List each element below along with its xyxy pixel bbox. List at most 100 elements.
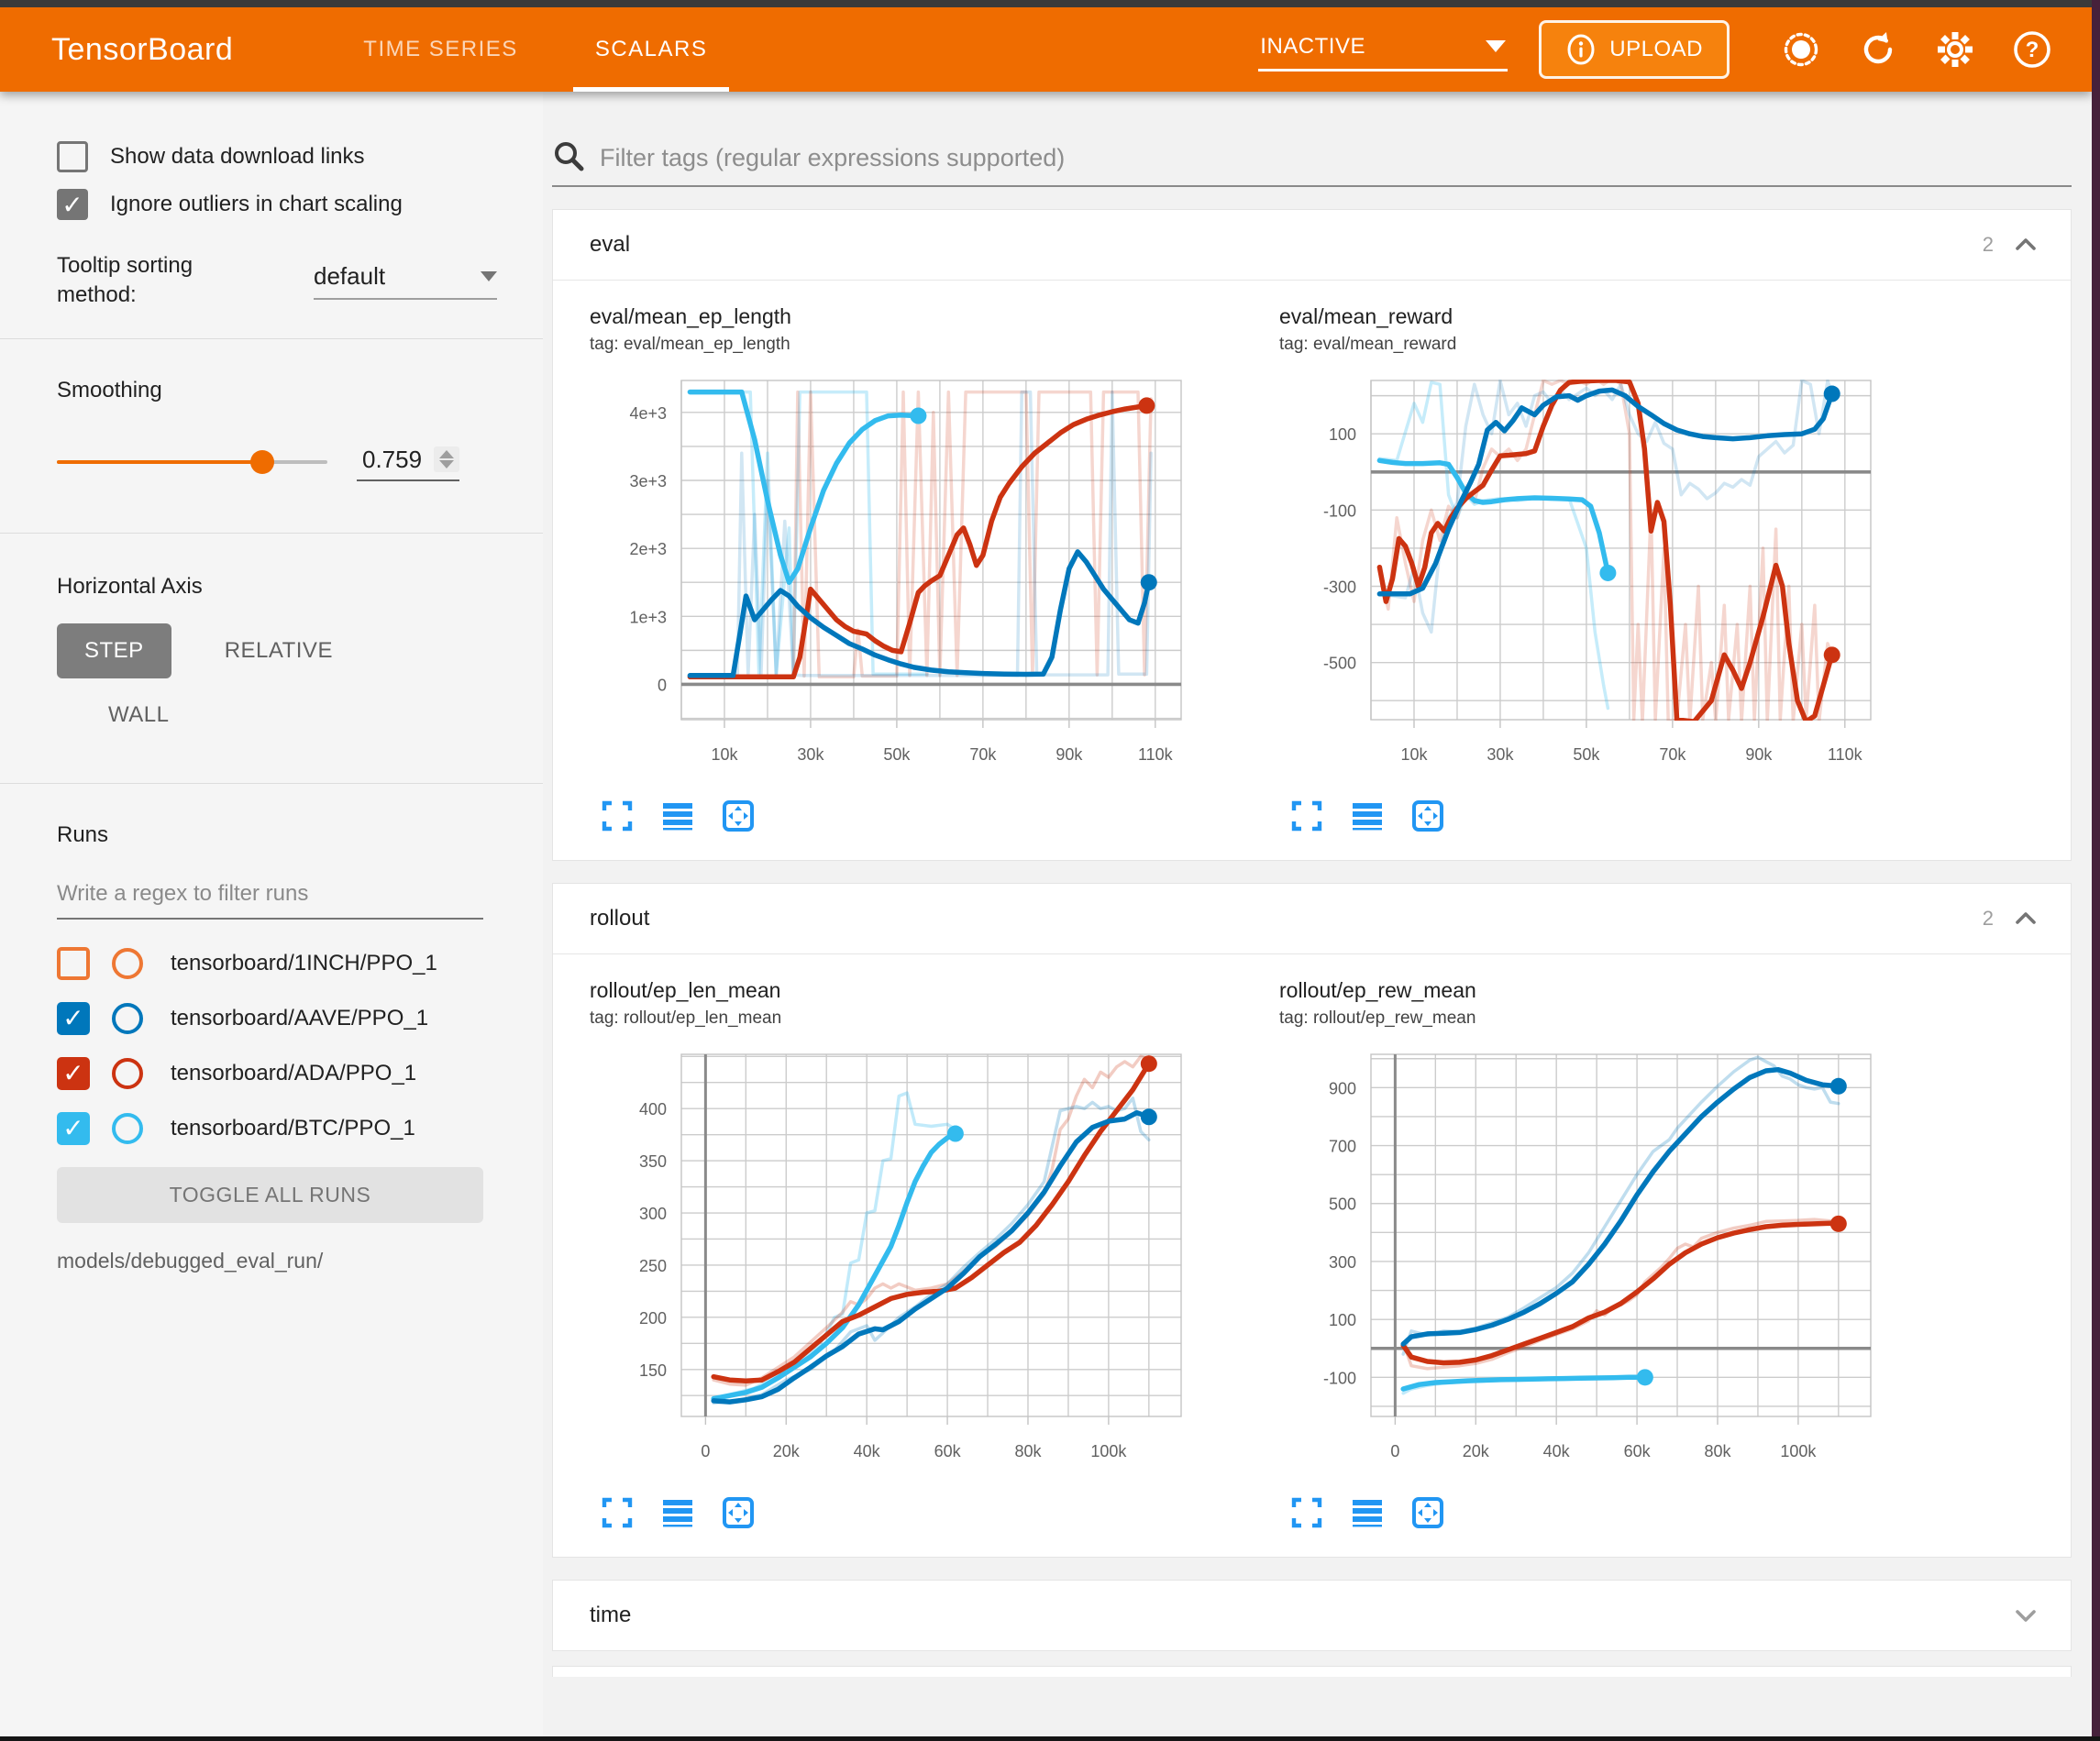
run-list: tensorboard/1INCH/PPO_1 tensorboard/AAVE/… — [57, 947, 515, 1145]
section-header-eval[interactable]: eval 2 — [553, 210, 2071, 280]
chart-toolbar — [1290, 1496, 1932, 1529]
svg-text:70k: 70k — [969, 745, 997, 764]
run-checkbox[interactable] — [57, 1112, 90, 1145]
svg-text:20k: 20k — [773, 1442, 801, 1460]
data-table-icon[interactable] — [661, 1496, 694, 1529]
ignore-outliers-row[interactable]: Ignore outliers in chart scaling — [57, 189, 515, 220]
status-dropdown[interactable]: INACTIVE — [1258, 28, 1508, 72]
section-header-rollout[interactable]: rollout 2 — [553, 884, 2071, 953]
spinner-up-icon[interactable] — [439, 450, 454, 458]
fit-domain-icon[interactable] — [1411, 1496, 1444, 1529]
svg-text:300: 300 — [639, 1205, 667, 1223]
refresh-icon[interactable] — [1857, 28, 1899, 71]
line-chart[interactable]: 10k30k50k70k90k110k01e+32e+33e+34e+3 — [590, 368, 1243, 796]
svg-text:110k: 110k — [1138, 745, 1174, 764]
app-title: TensorBoard — [51, 32, 233, 68]
runs-filter-input[interactable]: Write a regex to filter runs — [57, 872, 483, 920]
section-header-time[interactable]: time — [553, 1581, 2071, 1650]
show-download-links-row[interactable]: Show data download links — [57, 141, 515, 172]
chart-title: rollout/ep_len_mean — [590, 978, 1243, 1003]
section-name: rollout — [590, 906, 649, 931]
run-row[interactable]: tensorboard/ADA/PPO_1 — [57, 1057, 515, 1090]
svg-text:0: 0 — [1390, 1442, 1399, 1460]
run-row[interactable]: tensorboard/1INCH/PPO_1 — [57, 947, 515, 980]
svg-text:60k: 60k — [934, 1442, 962, 1460]
svg-text:400: 400 — [639, 1100, 667, 1118]
chevron-up-icon[interactable] — [2014, 907, 2038, 931]
svg-text:-300: -300 — [1323, 578, 1356, 596]
chart-eval-mean-reward: eval/mean_reward tag: eval/mean_reward 1… — [1279, 304, 1932, 832]
data-table-icon[interactable] — [1351, 799, 1384, 832]
axis-step-button[interactable]: STEP — [57, 623, 171, 678]
upload-label: UPLOAD — [1609, 37, 1703, 62]
filter-tags-input[interactable]: Filter tags (regular expressions support… — [552, 139, 2072, 187]
ignore-outliers-checkbox[interactable] — [57, 189, 88, 220]
run-visibility-circle[interactable] — [112, 1058, 143, 1089]
tooltip-sorting-value: default — [314, 262, 385, 291]
run-visibility-circle[interactable] — [112, 1003, 143, 1034]
run-visibility-circle[interactable] — [112, 948, 143, 979]
section-name: eval — [590, 232, 630, 258]
axis-relative-button[interactable]: RELATIVE — [197, 623, 360, 678]
window-top-strip — [0, 0, 2100, 7]
chevron-down-icon[interactable] — [2014, 1603, 2038, 1627]
svg-text:80k: 80k — [1014, 1442, 1042, 1460]
svg-text:150: 150 — [639, 1361, 667, 1380]
chart-title: eval/mean_ep_length — [590, 304, 1243, 329]
fullscreen-icon[interactable] — [601, 1496, 634, 1529]
svg-text:30k: 30k — [797, 745, 824, 764]
run-checkbox[interactable] — [57, 947, 90, 980]
brightness-icon[interactable] — [1780, 28, 1822, 71]
next-section-card-edge — [552, 1666, 2072, 1677]
fit-domain-icon[interactable] — [722, 799, 755, 832]
run-row[interactable]: tensorboard/AAVE/PPO_1 — [57, 1002, 515, 1035]
spinner-down-icon[interactable] — [439, 460, 454, 468]
data-table-icon[interactable] — [661, 799, 694, 832]
run-row[interactable]: tensorboard/BTC/PPO_1 — [57, 1112, 515, 1145]
runs-label: Runs — [57, 822, 515, 848]
settings-gear-icon[interactable] — [1934, 28, 1976, 71]
number-spinner[interactable] — [434, 446, 459, 472]
tooltip-sorting-dropdown[interactable]: default — [314, 262, 497, 300]
toggle-all-runs-button[interactable]: TOGGLE ALL RUNS — [57, 1167, 483, 1223]
smoothing-slider[interactable] — [57, 460, 327, 464]
fullscreen-icon[interactable] — [1290, 799, 1323, 832]
data-table-icon[interactable] — [1351, 1496, 1384, 1529]
line-chart[interactable]: 020k40k60k80k100k150200250300350400 — [590, 1041, 1243, 1493]
svg-text:350: 350 — [639, 1152, 667, 1171]
svg-text:10k: 10k — [1400, 745, 1428, 764]
settings-sidebar: Show data download links Ignore outliers… — [0, 92, 543, 1736]
svg-text:100: 100 — [1329, 425, 1356, 444]
run-checkbox[interactable] — [57, 1057, 90, 1090]
smoothing-slider-knob[interactable] — [250, 450, 274, 474]
tab-scalars[interactable]: SCALARS — [557, 7, 746, 92]
run-visibility-circle[interactable] — [112, 1113, 143, 1144]
smoothing-value: 0.759 — [362, 446, 428, 474]
fit-domain-icon[interactable] — [722, 1496, 755, 1529]
axis-wall-button[interactable]: WALL — [81, 688, 515, 743]
chart-toolbar — [601, 1496, 1243, 1529]
chevron-up-icon[interactable] — [2014, 233, 2038, 257]
info-icon — [1565, 34, 1597, 65]
svg-text:-500: -500 — [1323, 655, 1356, 673]
fullscreen-icon[interactable] — [601, 799, 634, 832]
svg-text:3e+3: 3e+3 — [629, 472, 667, 490]
tab-time-series[interactable]: TIME SERIES — [325, 7, 557, 92]
run-checkbox[interactable] — [57, 1002, 90, 1035]
show-download-links-label: Show data download links — [110, 144, 365, 170]
fullscreen-icon[interactable] — [1290, 1496, 1323, 1529]
smoothing-value-input[interactable]: 0.759 — [357, 444, 459, 481]
svg-text:100: 100 — [1329, 1311, 1356, 1329]
help-icon[interactable]: ? — [2011, 28, 2053, 71]
horizontal-axis-label: Horizontal Axis — [57, 574, 515, 600]
svg-text:4e+3: 4e+3 — [629, 404, 667, 423]
line-chart[interactable]: 10k30k50k70k90k110k100-100-300-500 — [1279, 368, 1932, 796]
svg-text:0: 0 — [658, 676, 667, 694]
fit-domain-icon[interactable] — [1411, 799, 1444, 832]
section-card-eval: eval 2 eval/mean_ep_length tag: eval/mea… — [552, 209, 2072, 861]
show-download-links-checkbox[interactable] — [57, 141, 88, 172]
line-chart[interactable]: 020k40k60k80k100k-100100300500700900 — [1279, 1041, 1932, 1493]
upload-button[interactable]: UPLOAD — [1539, 20, 1730, 79]
svg-text:90k: 90k — [1056, 745, 1083, 764]
svg-text:-100: -100 — [1323, 501, 1356, 520]
